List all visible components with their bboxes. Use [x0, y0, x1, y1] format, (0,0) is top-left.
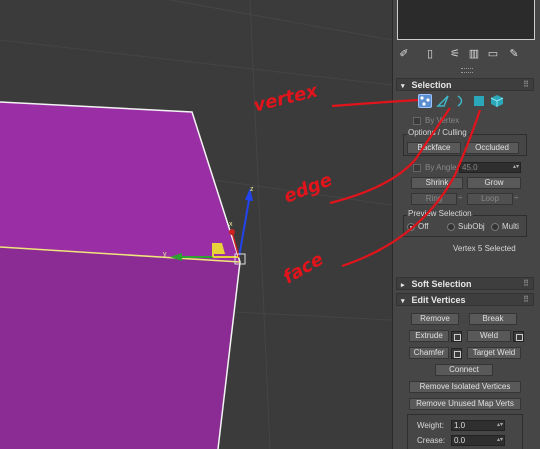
face-arrow	[341, 109, 482, 268]
annotation-overlay	[329, 98, 482, 268]
vertex-arrow	[331, 98, 419, 108]
edge-arrow	[329, 107, 451, 205]
